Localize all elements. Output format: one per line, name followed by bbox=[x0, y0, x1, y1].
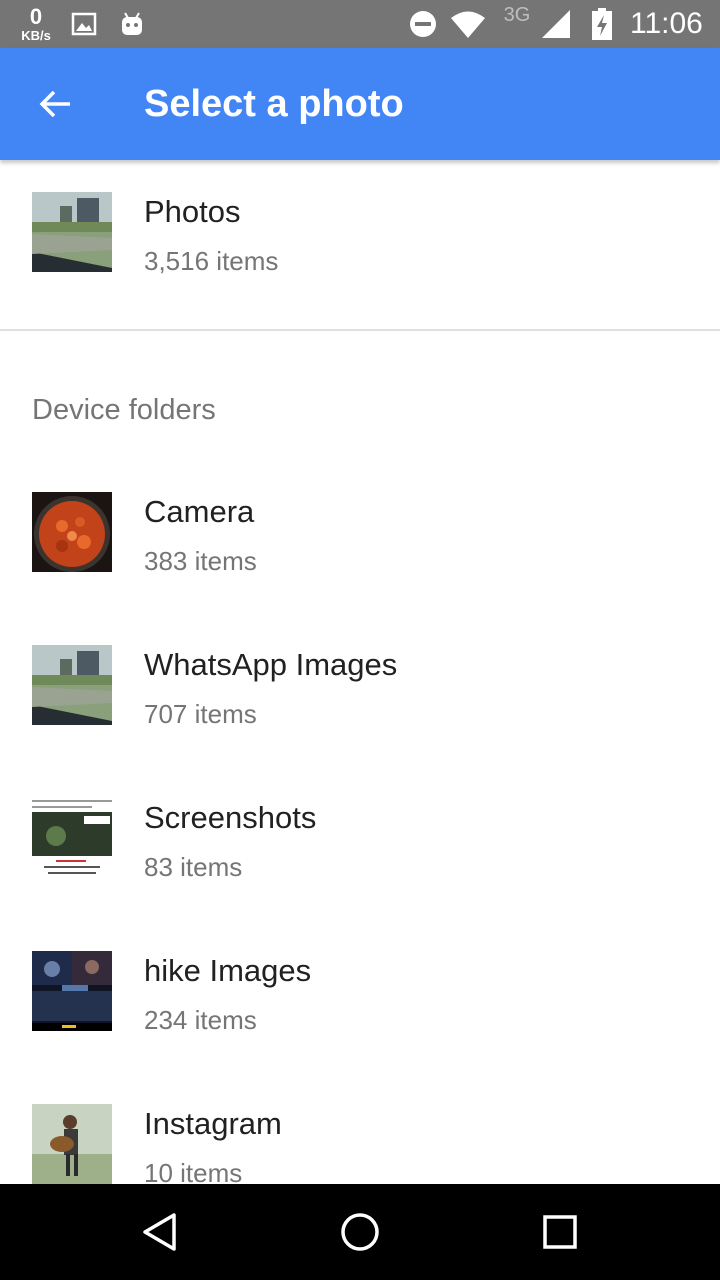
folder-title: WhatsApp Images bbox=[144, 647, 398, 682]
nav-recents-icon bbox=[543, 1215, 577, 1249]
screen: 0 KB/s 3G 11:06 Select a photo Photos 3,… bbox=[0, 0, 720, 1280]
folder-row-instagram[interactable]: Instagram 10 items bbox=[0, 1072, 720, 1184]
folder-thumbnail bbox=[32, 798, 112, 878]
folder-row-hike-images[interactable]: hike Images 234 items bbox=[0, 919, 720, 1055]
folder-row-camera[interactable]: Camera 383 items bbox=[0, 460, 720, 596]
section-header: Device folders bbox=[32, 394, 216, 426]
nav-back-icon bbox=[143, 1213, 176, 1251]
folder-title: hike Images bbox=[144, 953, 312, 988]
album-title: Photos bbox=[144, 194, 241, 229]
network-speed-value: 0 bbox=[29, 4, 43, 29]
folder-count: 707 items bbox=[144, 699, 257, 729]
album-count: 3,516 items bbox=[144, 246, 279, 276]
divider bbox=[0, 329, 720, 331]
cell-signal-icon bbox=[538, 0, 574, 48]
arrow-back-icon bbox=[39, 90, 70, 118]
folder-count: 383 items bbox=[144, 546, 257, 576]
folder-title: Screenshots bbox=[144, 800, 317, 835]
folder-count: 10 items bbox=[144, 1158, 243, 1184]
folder-row-screenshots[interactable]: Screenshots 83 items bbox=[0, 766, 720, 902]
album-row-photos[interactable]: Photos 3,516 items bbox=[0, 160, 720, 296]
nav-home-button[interactable] bbox=[328, 1200, 392, 1264]
nav-back-button[interactable] bbox=[128, 1200, 192, 1264]
status-bar: 0 KB/s 3G 11:06 bbox=[0, 0, 720, 48]
app-bar: Select a photo bbox=[0, 48, 720, 160]
network-speed-unit: KB/s bbox=[21, 28, 51, 43]
folder-count: 234 items bbox=[144, 1005, 257, 1035]
folder-row-whatsapp-images[interactable]: WhatsApp Images 707 items bbox=[0, 613, 720, 749]
folder-thumbnail bbox=[32, 645, 112, 725]
folder-title: Camera bbox=[144, 494, 255, 529]
nav-recents-button[interactable] bbox=[528, 1200, 592, 1264]
navigation-bar bbox=[0, 1184, 720, 1280]
folder-thumbnail bbox=[32, 1104, 112, 1184]
album-thumbnail bbox=[32, 192, 112, 272]
network-type: 3G bbox=[503, 4, 531, 26]
clock: 11:06 bbox=[630, 7, 703, 40]
gallery-icon bbox=[70, 0, 98, 48]
back-button[interactable] bbox=[24, 72, 88, 136]
album-list: Photos 3,516 items Device folders Camera bbox=[0, 160, 720, 1184]
wifi-icon bbox=[448, 0, 488, 48]
battery-charging-icon bbox=[588, 0, 616, 48]
folder-thumbnail bbox=[32, 492, 112, 572]
nav-home-icon bbox=[341, 1213, 379, 1251]
network-speed: 0 KB/s bbox=[14, 0, 58, 48]
folder-count: 83 items bbox=[144, 852, 243, 882]
folder-thumbnail bbox=[32, 951, 112, 1031]
folder-title: Instagram bbox=[144, 1106, 282, 1141]
do-not-disturb-icon bbox=[406, 0, 440, 48]
page-title: Select a photo bbox=[144, 83, 404, 125]
android-icon bbox=[116, 0, 148, 48]
